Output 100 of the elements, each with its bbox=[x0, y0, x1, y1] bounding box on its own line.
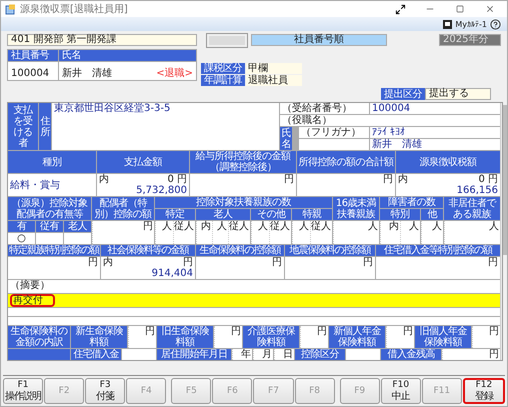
employee-number: 100004 bbox=[11, 68, 50, 79]
column-header: 控除区分 bbox=[295, 349, 345, 360]
address-text: 東京都世田谷区経堂3-3-5 bbox=[54, 103, 172, 114]
function-key[interactable]: F12 登録 bbox=[462, 378, 505, 404]
unit-label: 内 bbox=[380, 221, 400, 244]
unit-label: 年 bbox=[232, 349, 252, 360]
amount-cell: 内 0 円 5,732,800 bbox=[97, 174, 189, 196]
field-label: （役職名） bbox=[282, 115, 333, 126]
recipient-name: 新井 清雄 bbox=[372, 139, 423, 150]
check-mark: ○ bbox=[17, 233, 26, 244]
column-header: 借入金残高 bbox=[381, 349, 441, 360]
function-key[interactable]: F3 付箋 bbox=[85, 378, 126, 404]
field-label: （フリガナ） bbox=[301, 127, 362, 138]
recipient-number: 100004 bbox=[372, 103, 412, 114]
section-label: 住所 bbox=[39, 103, 51, 150]
app-icon bbox=[5, 4, 16, 14]
amount-cell: 円 bbox=[285, 257, 375, 279]
section-label: 支払を受ける者 bbox=[8, 103, 38, 150]
column-header: 生命保険料の金額の内訳 bbox=[8, 326, 70, 348]
unit-label: 人 bbox=[292, 221, 310, 244]
column-header: 新生命保険料額 bbox=[71, 326, 127, 348]
unit-label: 月 bbox=[253, 349, 273, 360]
column-header: 控除対象扶養親族の数 bbox=[155, 197, 332, 208]
amount-cell: 円 bbox=[8, 257, 100, 279]
field-label: 提出区分 bbox=[381, 88, 425, 100]
unit-label: 人 bbox=[400, 221, 420, 244]
sort-order-field[interactable]: 社員番号順 bbox=[251, 34, 387, 46]
field-label: （受給者番号） bbox=[282, 103, 353, 114]
column-header: 非居住者である親族 bbox=[444, 197, 500, 220]
amount-cell: 円 bbox=[376, 257, 500, 279]
employee-name: 新井 清雄 bbox=[62, 68, 112, 79]
field-value: 退職社員 bbox=[246, 75, 302, 86]
help-icon[interactable] bbox=[490, 18, 501, 30]
unit-label: 人 bbox=[421, 221, 443, 244]
unit-label: 従人 bbox=[173, 221, 195, 244]
window-title: 源泉徴収票[退職社員用] bbox=[20, 4, 129, 14]
column-header: 介護医療保険料額 bbox=[243, 326, 299, 348]
column-header: 老人 bbox=[196, 209, 250, 220]
field-label: 年調計算 bbox=[201, 75, 245, 86]
unit-label: 従人 bbox=[228, 221, 250, 244]
window-icon[interactable] bbox=[443, 20, 452, 28]
column-header: （源泉）控除対象配偶者の有無等 bbox=[8, 197, 91, 220]
column-header: 社員番号 bbox=[8, 50, 58, 61]
unit-label: 内 bbox=[196, 221, 212, 244]
amount-cell: 内 0 円 166,156 bbox=[396, 174, 500, 196]
column-header: その他 bbox=[251, 209, 291, 220]
column-header: 種別 bbox=[8, 151, 96, 173]
column-header: 特別 bbox=[380, 209, 420, 220]
column-header: 他 bbox=[421, 209, 443, 220]
amount-cell: 円 bbox=[190, 174, 296, 196]
kana-name: ｱﾗｲ ｷﾖｵ bbox=[372, 127, 406, 138]
unit-label: 人 bbox=[333, 221, 379, 244]
column-header: 配偶者（特別）控除の額 bbox=[92, 197, 154, 220]
income-type: 給料・賞与 bbox=[10, 180, 61, 190]
column-header: 社会保険料等の金額 bbox=[101, 245, 195, 256]
unit-label: 日 bbox=[274, 349, 294, 360]
unit-label: 従人 bbox=[310, 221, 332, 244]
column-header: 所得控除の額の合計額 bbox=[297, 151, 395, 173]
column-header: 住宅借入金等特別控除の額 bbox=[376, 245, 500, 256]
column-header: 有 bbox=[8, 221, 35, 232]
year-field: 2025年分 bbox=[439, 34, 501, 46]
disabled-button bbox=[207, 34, 247, 47]
amount-cell: 円 bbox=[196, 257, 284, 279]
column-header: 生命保険料の控除額 bbox=[196, 245, 284, 256]
unit-label: 円 bbox=[214, 326, 242, 348]
field-label: 課税区分 bbox=[201, 63, 245, 74]
scroll-thumb[interactable] bbox=[503, 105, 507, 255]
column-header: 居住開始年月日 bbox=[157, 349, 231, 360]
unit-label: 円 bbox=[300, 326, 328, 348]
status-label: <退職> bbox=[156, 68, 193, 79]
column-header: 住宅借入金 bbox=[71, 349, 121, 360]
column-header: 新個人年金保険料額 bbox=[329, 326, 385, 348]
amount-cell: 円 bbox=[297, 174, 395, 196]
mykarte-link[interactable]: Myｶﾙﾃ-1 bbox=[455, 20, 487, 28]
unit-label: 円 bbox=[92, 221, 154, 244]
column-header: 特親 bbox=[292, 209, 332, 220]
unit-label: 円 bbox=[386, 326, 414, 348]
column-header: 特定 bbox=[155, 209, 195, 220]
column-header: 特定親族特別控除の額 bbox=[8, 245, 100, 256]
column-header: 給与所得控除後の金額（調整控除後） bbox=[190, 151, 296, 173]
column-header: 障害者の数 bbox=[380, 197, 443, 208]
unit-label: 人 bbox=[251, 221, 269, 244]
submission-field[interactable]: 提出する bbox=[425, 88, 491, 100]
unit-label: 人 bbox=[155, 221, 173, 244]
unit-label: 円 bbox=[128, 326, 156, 348]
column-header: 老人 bbox=[64, 221, 91, 232]
column-header: 従有 bbox=[36, 221, 63, 232]
remarks-label: （摘要） bbox=[10, 280, 51, 291]
unit-label: 人 bbox=[212, 221, 228, 244]
column-header: 支払金額 bbox=[97, 151, 189, 173]
section-label: 氏名 bbox=[280, 127, 292, 150]
column-header: 16歳未満扶養親族 bbox=[333, 197, 379, 220]
unit-label: 従人 bbox=[269, 221, 291, 244]
function-key[interactable]: F10 中止 bbox=[380, 378, 421, 404]
column-header: 地震保険料の控除額 bbox=[285, 245, 375, 256]
function-key[interactable]: F1 操作説明 bbox=[3, 378, 44, 404]
department-field: 401 開発部 第一開発課 bbox=[7, 34, 197, 46]
column-header: 氏名 bbox=[59, 50, 196, 61]
header-cell bbox=[8, 349, 70, 360]
column-header: 源泉徴収税額 bbox=[396, 151, 500, 173]
